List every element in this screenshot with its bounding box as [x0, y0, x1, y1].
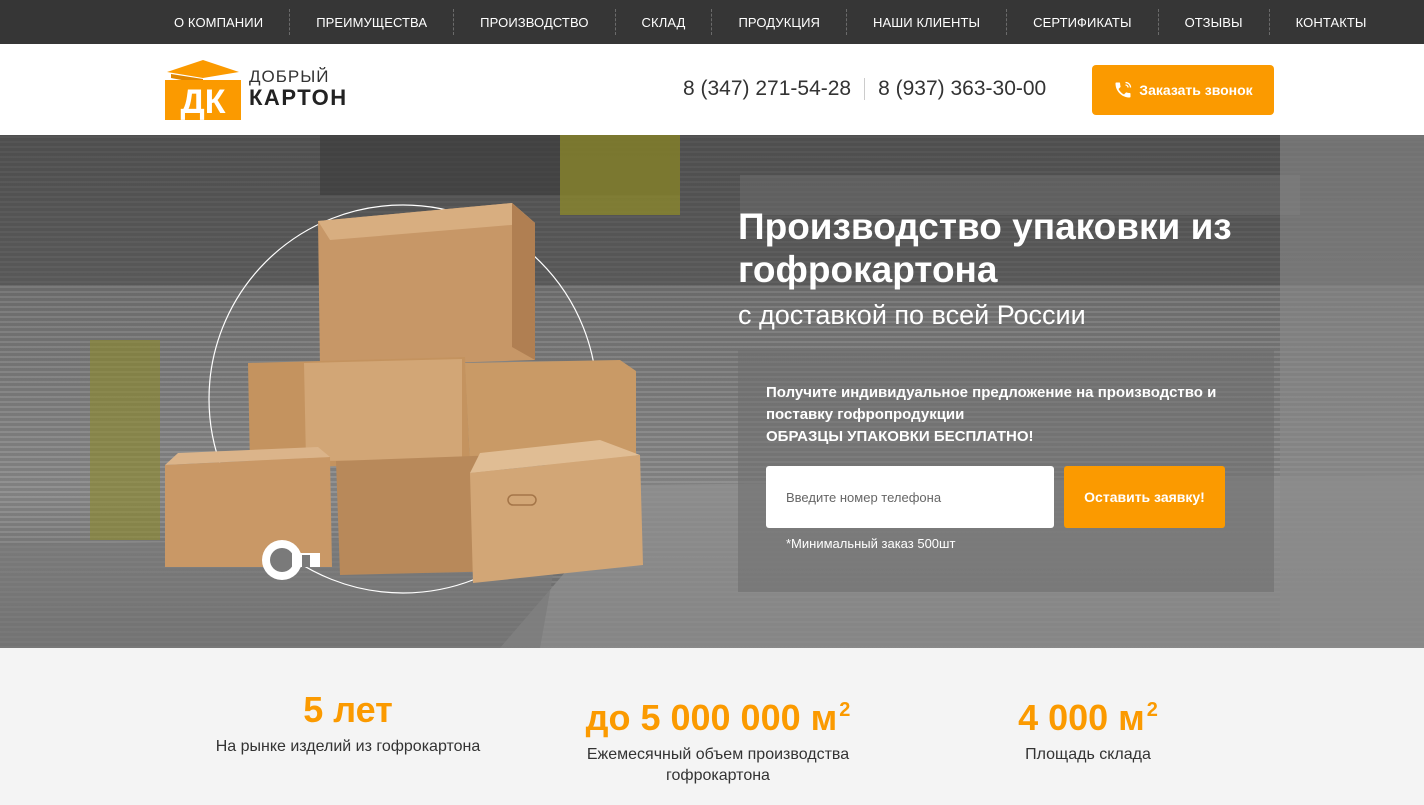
stat-monthly-volume-value: до 5 000 000 м2 [585, 697, 851, 738]
nav-link-clients[interactable]: Наши клиенты [847, 15, 1006, 30]
nav-link-production[interactable]: Производство [454, 15, 614, 30]
top-navigation: О компании Преимущества Производство Скл… [0, 0, 1424, 44]
nav-menu: О компании Преимущества Производство Скл… [148, 0, 1393, 44]
hero-subtitle: с доставкой по всей России [738, 300, 1086, 330]
stat-warehouse-area-value: 4 000 м2 [1018, 697, 1158, 738]
logo-line1: ДОБРЫЙ [249, 67, 330, 86]
nav-link-about[interactable]: О компании [148, 15, 289, 30]
logo-mark-icon: ДК [165, 60, 241, 121]
order-call-label: Заказать звонок [1139, 82, 1253, 98]
nav-item-advantages: Преимущества [289, 9, 453, 35]
min-order-note: *Минимальный заказ 500шт [786, 536, 956, 551]
nav-link-products[interactable]: Продукция [712, 15, 846, 30]
offer-text-block: Получите индивидуальное предложение на п… [766, 382, 1246, 448]
hero-title: Производство упаковки из гофрокартона [738, 206, 1232, 290]
nav-item-certificates: Сертификаты [1006, 9, 1157, 35]
nav-item-products: Продукция [711, 9, 846, 35]
logo-text: ДОБРЫЙ КАРТОН [249, 68, 348, 110]
logo-mark-text: ДК [181, 83, 226, 121]
nav-item-reviews: Отзывы [1157, 9, 1269, 35]
nav-link-warehouse[interactable]: Склад [616, 15, 712, 30]
phone-number-1[interactable]: 8 (347) 271-54-28 [683, 77, 851, 101]
submit-request-button[interactable]: Оставить заявку! [1064, 466, 1225, 528]
stats-section: 5 лет На рынке изделий из гофрокартона д… [0, 648, 1424, 805]
stat-years: 5 лет На рынке изделий из гофрокартона [198, 688, 498, 757]
stat-monthly-volume-label: Ежемесячный объем производства гофрокарт… [586, 746, 850, 784]
offer-highlight: ОБРАЗЦЫ УПАКОВКИ БЕСПЛАТНО! [766, 428, 1034, 445]
header-phones: 8 (347) 271-54-28 8 (937) 363-30-00 [683, 77, 1046, 101]
logo[interactable]: ДК ДОБРЫЙ КАРТОН [163, 58, 363, 122]
nav-link-advantages[interactable]: Преимущества [290, 15, 453, 30]
offer-form-panel: Получите индивидуальное предложение на п… [738, 350, 1274, 592]
order-call-button[interactable]: Заказать звонок [1092, 65, 1274, 115]
nav-item-clients: Наши клиенты [846, 9, 1006, 35]
phone-input[interactable] [766, 466, 1054, 528]
phone-icon [1115, 81, 1132, 98]
nav-item-about: О компании [148, 0, 289, 44]
nav-link-reviews[interactable]: Отзывы [1159, 15, 1269, 30]
stat-warehouse-area: 4 000 м2 Площадь склада [938, 688, 1238, 765]
stat-years-label: На рынке изделий из гофрокартона [215, 738, 481, 755]
stat-monthly-volume: до 5 000 000 м2 Ежемесячный объем произв… [568, 688, 868, 786]
logo-line2: КАРТОН [249, 85, 348, 110]
nav-item-contacts: Контакты [1268, 9, 1393, 35]
nav-item-production: Производство [453, 9, 614, 35]
site-header: ДК ДОБРЫЙ КАРТОН 8 (347) 271-54-28 8 (93… [0, 44, 1424, 135]
offer-text: Получите индивидуальное предложение на п… [766, 384, 1217, 423]
stat-warehouse-area-label: Площадь склада [1025, 746, 1151, 763]
stat-years-value: 5 лет [303, 689, 393, 730]
nav-item-warehouse: Склад [614, 9, 712, 35]
nav-link-certificates[interactable]: Сертификаты [1007, 15, 1157, 30]
hero-section: Производство упаковки из гофрокартона с … [0, 135, 1424, 648]
phone-number-2[interactable]: 8 (937) 363-30-00 [878, 77, 1046, 101]
phone-divider [864, 78, 866, 100]
nav-link-contacts[interactable]: Контакты [1270, 15, 1393, 30]
